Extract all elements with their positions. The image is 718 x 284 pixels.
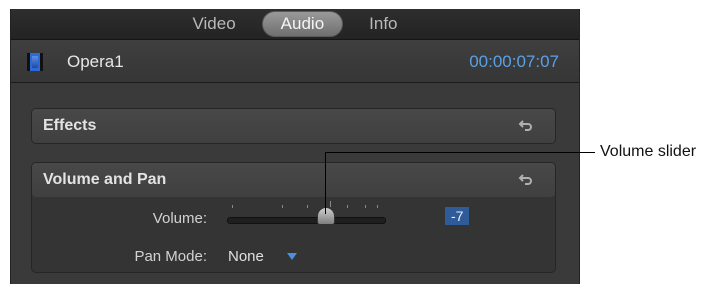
inspector-tab-bar: Video Audio Info xyxy=(11,9,579,40)
pan-mode-label: Pan Mode: xyxy=(134,248,207,265)
slider-tick xyxy=(307,205,308,208)
volume-and-pan-section: Volume and Pan Volume: -7 Pan Mode: None xyxy=(31,162,556,273)
slider-tick xyxy=(347,205,348,208)
reset-arrow-icon[interactable] xyxy=(517,117,535,135)
volume-slider-knob[interactable] xyxy=(317,207,335,225)
slider-tick xyxy=(282,205,283,208)
callout-line-vertical xyxy=(325,152,326,214)
clip-timecode: 00:00:07:07 xyxy=(469,52,559,71)
section-title: Volume and Pan xyxy=(43,171,167,188)
pan-mode-popup[interactable]: None xyxy=(228,248,264,265)
slider-tick xyxy=(377,205,378,208)
reset-arrow-icon[interactable] xyxy=(517,171,535,189)
film-clip-icon xyxy=(27,53,43,71)
clip-header: Opera1 00:00:07:07 xyxy=(11,40,579,83)
tab-audio[interactable]: Audio xyxy=(261,11,344,37)
volume-slider-callout: Volume slider xyxy=(600,143,697,160)
slider-tick xyxy=(330,201,331,207)
clip-name: Opera1 xyxy=(67,52,124,71)
effects-section-header[interactable]: Effects xyxy=(32,109,555,143)
slider-tick xyxy=(232,205,233,208)
volume-slider-track[interactable] xyxy=(227,217,386,224)
volume-value-field[interactable]: -7 xyxy=(445,207,470,225)
section-title: Effects xyxy=(43,117,97,134)
tab-info[interactable]: Info xyxy=(351,12,415,36)
volume-and-pan-section-header[interactable]: Volume and Pan xyxy=(32,163,555,197)
chevron-down-icon[interactable] xyxy=(287,253,297,260)
slider-tick xyxy=(365,205,366,208)
audio-inspector-panel: Video Audio Info Opera1 00:00:07:07 Effe… xyxy=(10,9,580,284)
callout-line-horizontal xyxy=(325,152,595,153)
effects-section: Effects xyxy=(31,108,556,144)
volume-label: Volume: xyxy=(152,210,207,227)
tab-video[interactable]: Video xyxy=(174,12,253,36)
